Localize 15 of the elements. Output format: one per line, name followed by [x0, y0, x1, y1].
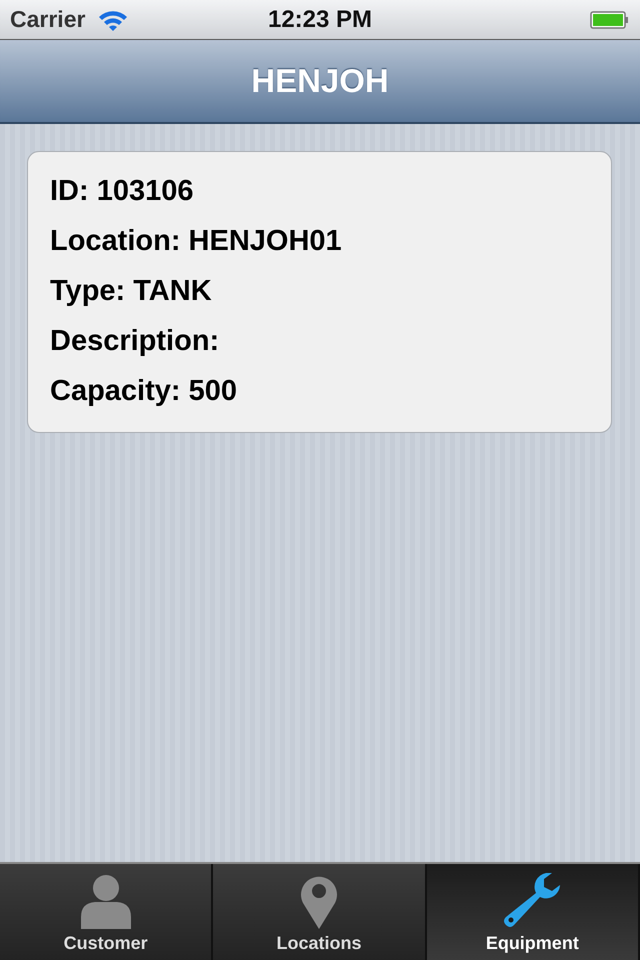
wrench-icon	[502, 871, 562, 929]
status-time: 12:23 PM	[268, 6, 372, 34]
detail-line: Location: HENJOH01	[50, 224, 343, 259]
detail-line: Type: TANK	[50, 274, 213, 309]
wifi-icon	[97, 8, 130, 30]
detail-line: ID: 103106	[50, 174, 194, 209]
tab[interactable]: Locations	[213, 864, 427, 960]
nav-title: HENJOH	[251, 62, 389, 100]
person-icon	[78, 873, 133, 929]
carrier-name: Carrier	[10, 6, 86, 33]
detail-line: Description:	[50, 324, 220, 359]
tab[interactable]: Customer	[0, 864, 214, 960]
detail-line: Capacity: 500	[50, 374, 238, 409]
battery-icon	[590, 10, 630, 30]
tab[interactable]: Equipment	[426, 864, 640, 960]
